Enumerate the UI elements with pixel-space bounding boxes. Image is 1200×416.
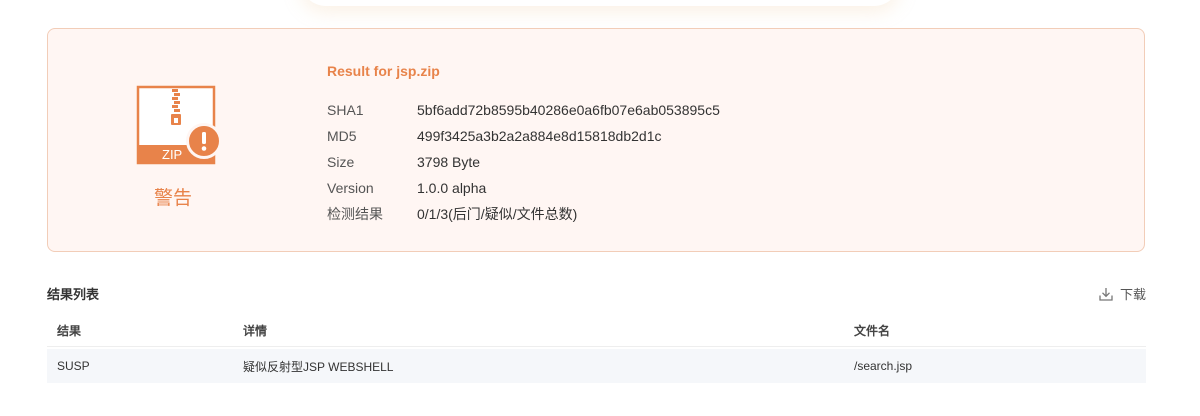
top-glow-decoration <box>300 0 900 6</box>
table-header: 结果 详情 文件名 <box>47 314 1146 347</box>
info-value: 499f3425a3b2a2a884e8d15818db2d1c <box>417 128 662 144</box>
zip-file-icon: ZIP <box>136 85 228 169</box>
info-value: 3798 Byte <box>417 154 481 170</box>
cell-filename: /search.jsp <box>854 359 913 373</box>
info-key: SHA1 <box>327 102 364 118</box>
result-title: Result for jsp.zip <box>327 63 440 79</box>
info-key: MD5 <box>327 128 357 144</box>
table-row[interactable]: SUSP 疑似反射型JSP WEBSHELL /search.jsp <box>47 349 1146 383</box>
result-card: ZIP 警告 Result for jsp.zip SHA1 5bf6add72b… <box>47 28 1145 252</box>
exclamation-icon <box>186 123 222 159</box>
column-header-filename[interactable]: 文件名 <box>854 314 890 346</box>
info-value: 0/1/3(后门/疑似/文件总数) <box>417 206 578 222</box>
verdict-label: 警告 <box>153 188 192 209</box>
download-icon <box>1098 286 1114 302</box>
info-value: 1.0.0 alpha <box>417 180 487 196</box>
info-row-sha1: SHA1 5bf6add72b8595b40286e0a6fb07e6ab0538… <box>327 100 720 120</box>
download-label: 下载 <box>1119 287 1146 302</box>
result-list-title: 结果列表 <box>47 287 100 302</box>
cell-result: SUSP <box>57 359 90 373</box>
info-row-detection: 检测结果 0/1/3(后门/疑似/文件总数) <box>327 204 577 224</box>
download-button[interactable]: 下载 <box>1098 284 1146 303</box>
info-row-version: Version 1.0.0 alpha <box>327 178 486 198</box>
info-row-size: Size 3798 Byte <box>327 152 480 172</box>
info-key: Size <box>327 154 355 170</box>
info-value: 5bf6add72b8595b40286e0a6fb07e6ab053895c5 <box>417 102 720 118</box>
info-key: Version <box>327 180 374 196</box>
file-type-label: ZIP <box>162 147 183 162</box>
cell-detail: 疑似反射型JSP WEBSHELL <box>243 359 394 374</box>
info-key: 检测结果 <box>327 206 383 222</box>
column-header-result[interactable]: 结果 <box>57 314 81 346</box>
info-row-md5: MD5 499f3425a3b2a2a884e8d15818db2d1c <box>327 126 661 146</box>
column-header-detail[interactable]: 详情 <box>243 314 267 346</box>
